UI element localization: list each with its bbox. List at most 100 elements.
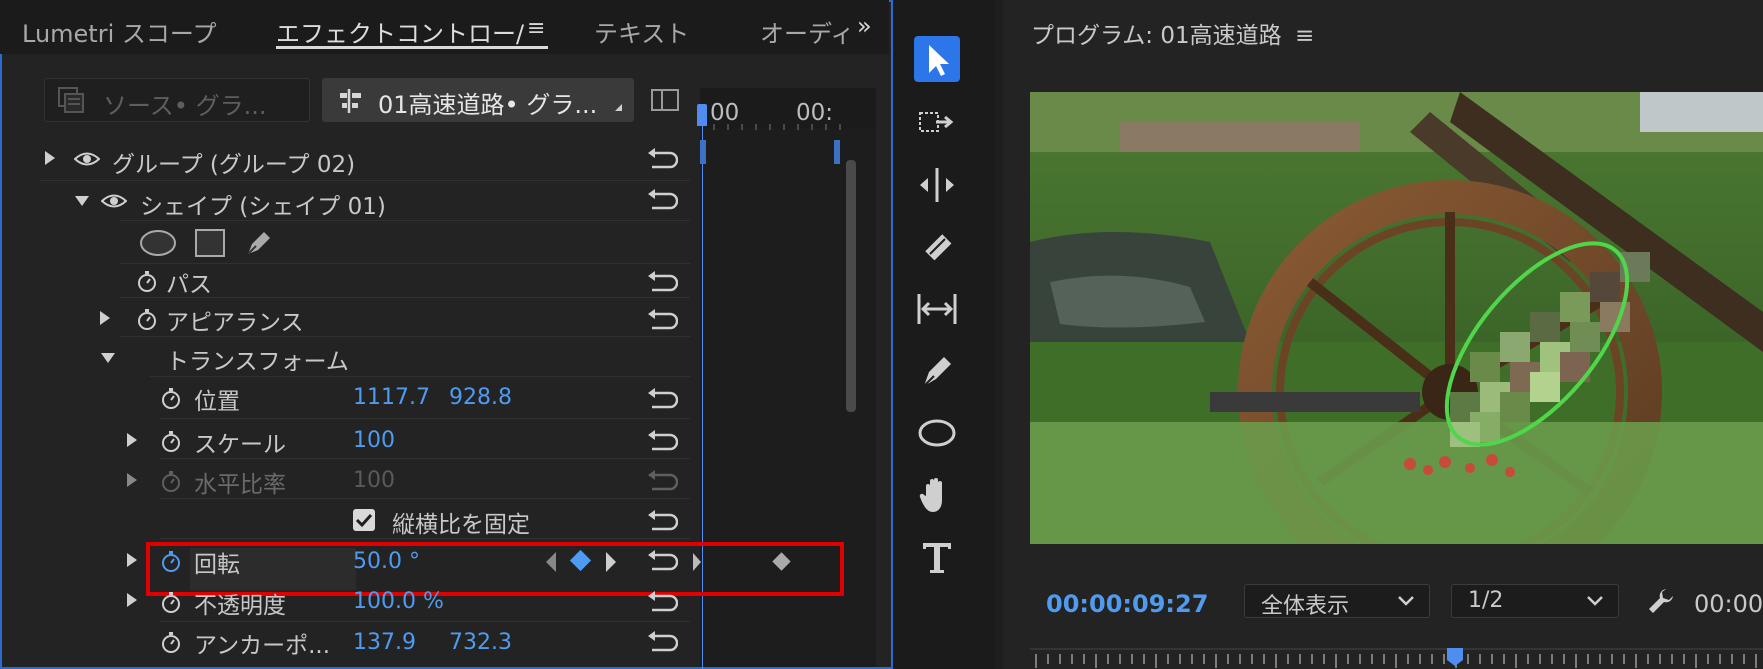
- expand-group-icon[interactable]: [45, 151, 55, 165]
- zoom-level-select[interactable]: 全体表示: [1244, 584, 1430, 619]
- reset-icon[interactable]: [646, 590, 678, 612]
- position-x-value[interactable]: 1117.7: [353, 385, 430, 410]
- appearance-label: アピアランス: [166, 310, 304, 336]
- ripple-edit-tool-icon[interactable]: [914, 162, 960, 208]
- timeline-ticks: [713, 124, 841, 130]
- selection-tool[interactable]: [914, 36, 960, 82]
- tab-text[interactable]: テキスト: [594, 14, 689, 49]
- reset-icon[interactable]: [646, 429, 678, 451]
- rectangle-mask-icon[interactable]: [194, 228, 226, 258]
- row-divider: [120, 297, 690, 298]
- vertical-scrollbar[interactable]: [846, 160, 856, 412]
- expand-opacity-icon[interactable]: [127, 593, 137, 607]
- dropdown-corner-icon: [615, 104, 622, 111]
- clip-out-marker: [834, 140, 840, 164]
- row-divider: [160, 418, 690, 419]
- reset-icon[interactable]: [646, 270, 678, 292]
- group-layer-label: グループ (グループ 02): [112, 152, 356, 178]
- transform-label: トランスフォーム: [166, 349, 349, 375]
- opacity-label: 不透明度: [194, 593, 286, 619]
- arrow-cursor-icon: [929, 45, 949, 76]
- stopwatch-icon: [162, 471, 180, 492]
- reset-icon[interactable]: [646, 509, 678, 531]
- stopwatch-icon[interactable]: [160, 591, 182, 613]
- source-clip-label: ソース• グラ...: [103, 92, 267, 120]
- chevron-down-icon: [1587, 596, 1603, 606]
- toggle-timeline-icon[interactable]: [651, 89, 679, 111]
- anchor-label: アンカーポ...: [194, 633, 331, 659]
- resolution-select[interactable]: 1/2: [1451, 584, 1619, 618]
- anchor-x-value[interactable]: 137.9: [353, 630, 416, 655]
- reset-icon[interactable]: [646, 188, 678, 210]
- tab-audio[interactable]: オーディ: [760, 14, 854, 49]
- program-title-text: プログラム: 01高速道路: [1031, 23, 1282, 49]
- program-time-ruler[interactable]: [1030, 646, 1763, 669]
- align-icon: [340, 89, 361, 113]
- row-divider: [40, 180, 690, 181]
- position-y-value[interactable]: 928.8: [449, 385, 512, 410]
- lock-aspect-label: 縦横比を固定: [392, 512, 530, 538]
- reset-icon[interactable]: [646, 549, 678, 571]
- stopwatch-icon[interactable]: [160, 430, 182, 452]
- tab-menu-icon[interactable]: ≡: [527, 16, 545, 41]
- hand-tool-icon[interactable]: [914, 472, 960, 518]
- shape-layer-label: シェイプ (シェイプ 01): [140, 194, 386, 220]
- hscale-label: 水平比率: [194, 472, 286, 498]
- row-divider: [150, 376, 690, 377]
- tab-lumetri-scopes[interactable]: Lumetri スコープ: [22, 14, 216, 49]
- slip-tool-icon[interactable]: [914, 286, 960, 332]
- track-select-tool-icon[interactable]: [914, 100, 960, 146]
- sequence-clip-label: 01高速道路• グラ...: [378, 91, 598, 119]
- row-divider: [160, 538, 690, 539]
- hscale-value: 100: [353, 468, 395, 493]
- sequence-clip-button[interactable]: 01高速道路• グラ...: [322, 78, 634, 122]
- program-video-frame[interactable]: [1030, 92, 1763, 544]
- wrench-icon[interactable]: [1646, 586, 1676, 616]
- expand-scale-icon[interactable]: [127, 433, 137, 447]
- playhead-marker[interactable]: [1447, 648, 1463, 666]
- lock-aspect-checkbox[interactable]: [353, 509, 375, 531]
- eye-icon[interactable]: [74, 151, 100, 167]
- tab-effect-controls[interactable]: エフェクトコントロー/: [276, 14, 524, 49]
- collapse-shape-icon[interactable]: [75, 196, 89, 206]
- program-menu-icon[interactable]: ≡: [1295, 23, 1314, 49]
- pen-tool-icon[interactable]: [914, 348, 960, 394]
- panel-overflow-icon[interactable]: »: [857, 12, 872, 40]
- reset-icon[interactable]: [646, 147, 678, 169]
- anchor-y-value[interactable]: 732.3: [449, 630, 512, 655]
- razor-tool-icon[interactable]: [914, 224, 960, 270]
- program-monitor-title: プログラム: 01高速道路 ≡: [1031, 16, 1314, 50]
- stopwatch-icon[interactable]: [160, 387, 182, 409]
- eye-icon[interactable]: [101, 193, 127, 209]
- pen-mask-icon[interactable]: [244, 226, 276, 258]
- expand-rotation-icon[interactable]: [127, 553, 137, 567]
- check-icon: [355, 513, 373, 528]
- reset-icon[interactable]: [646, 308, 678, 330]
- clip-in-marker: [700, 140, 706, 164]
- row-divider: [160, 458, 690, 459]
- scale-label: スケール: [194, 432, 286, 458]
- path-label: パス: [166, 272, 212, 298]
- reset-icon[interactable]: [646, 387, 678, 409]
- position-label: 位置: [194, 389, 240, 415]
- resolution-value: 1/2: [1468, 588, 1504, 613]
- opacity-value[interactable]: 100.0 %: [353, 589, 444, 614]
- active-tab-underline: [276, 46, 548, 49]
- collapse-transform-icon[interactable]: [101, 353, 115, 363]
- stopwatch-icon[interactable]: [136, 308, 158, 330]
- duration-timecode: 00:00: [1694, 590, 1763, 618]
- row-divider: [120, 263, 690, 264]
- ellipse-mask-icon[interactable]: [139, 229, 177, 257]
- type-tool-icon[interactable]: [914, 534, 960, 580]
- reset-icon: [648, 470, 678, 491]
- stopwatch-icon[interactable]: [136, 270, 158, 292]
- row-divider: [120, 220, 690, 221]
- expand-hscale-icon[interactable]: [127, 473, 137, 487]
- ellipse-tool-icon[interactable]: [914, 410, 960, 456]
- scale-value[interactable]: 100: [353, 428, 395, 453]
- expand-appearance-icon[interactable]: [100, 311, 110, 325]
- current-timecode[interactable]: 00:00:09:27: [1046, 590, 1208, 618]
- row-divider: [160, 498, 690, 499]
- stopwatch-icon[interactable]: [160, 631, 182, 653]
- reset-icon[interactable]: [646, 630, 678, 652]
